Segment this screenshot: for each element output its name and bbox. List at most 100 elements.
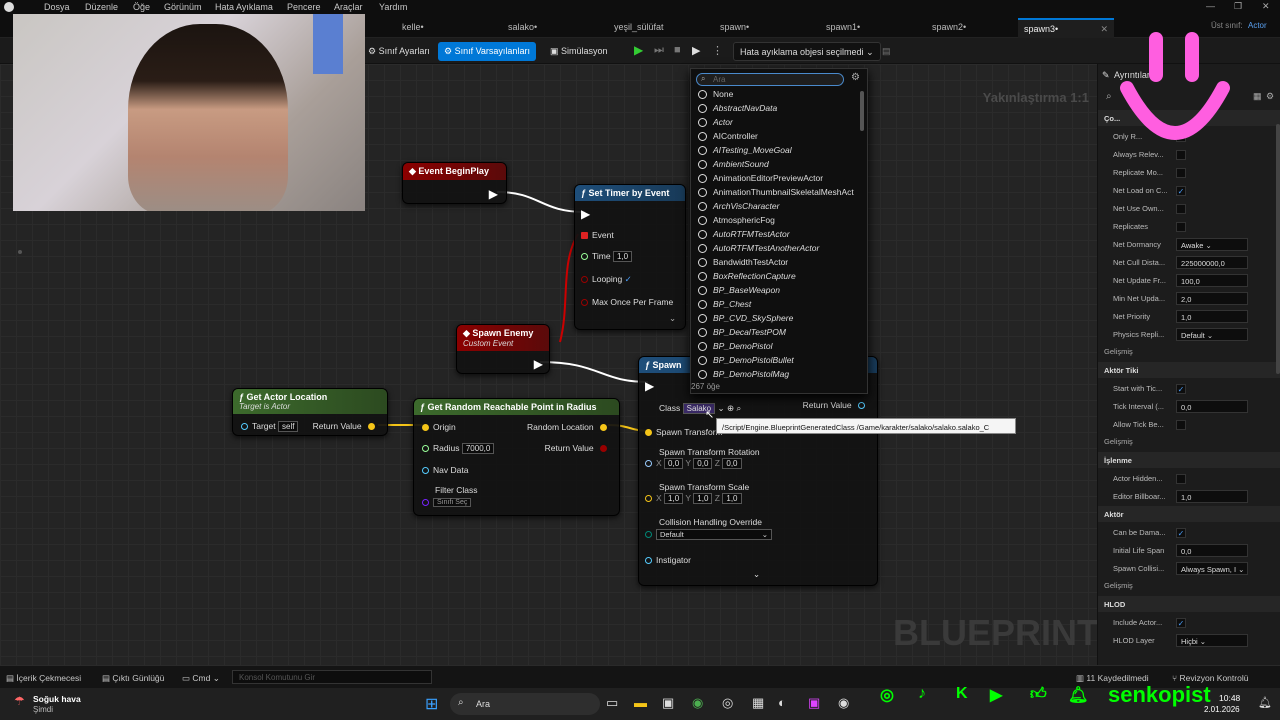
property-value[interactable]: Always Spawn, I ⌄ <box>1176 562 1248 575</box>
return-value-pin[interactable]: Return Value <box>313 421 379 431</box>
class-option[interactable]: AbstractNavData <box>698 103 777 117</box>
tab-spawn2[interactable]: spawn2• <box>926 18 972 38</box>
class-option[interactable]: AITesting_MoveGoal <box>698 145 792 159</box>
property-checkbox[interactable]: ✓ <box>1176 528 1186 538</box>
menu-edit[interactable]: Düzenle <box>85 2 118 12</box>
property-value[interactable]: 1,0 <box>1176 490 1248 503</box>
class-option[interactable]: AmbientSound <box>698 159 769 173</box>
search-icon[interactable]: ⌕ <box>736 403 741 413</box>
class-option[interactable]: BandwidthTestActor <box>698 257 788 271</box>
class-option[interactable]: AutoRTFMTestAnotherActor <box>698 243 819 257</box>
advanced-expander[interactable]: Gelişmiş <box>1104 437 1133 446</box>
breakpoint-icon[interactable]: ▤ <box>876 42 897 61</box>
origin-pin[interactable]: Origin <box>422 422 456 432</box>
rotation-y-input[interactable]: 0,0 <box>693 458 713 470</box>
exec-out-pin[interactable]: ▶ <box>489 187 498 201</box>
exec-in-pin[interactable]: ▶ <box>581 207 590 221</box>
class-option[interactable]: AutoRTFMTestActor <box>698 229 790 243</box>
output-log-button[interactable]: ▤ Çıktı Günlüğü <box>102 673 164 684</box>
filter-class-pin[interactable]: Sınıfı Seç <box>422 497 472 508</box>
store-icon[interactable]: ▣ <box>662 695 674 711</box>
filter-class-dropdown[interactable]: Sınıfı Seç <box>433 498 472 508</box>
tab-spawn[interactable]: spawn• <box>714 18 755 38</box>
minimize-icon[interactable]: — <box>1206 1 1215 11</box>
expand-chevron-icon[interactable]: ⌄ <box>669 313 676 324</box>
instigator-pin[interactable]: Instigator <box>645 555 691 565</box>
scale-y-input[interactable]: 1,0 <box>693 493 713 505</box>
class-option[interactable]: AtmosphericFog <box>698 215 775 229</box>
class-option[interactable]: BoxReflectionCapture <box>698 271 796 285</box>
cmd-dropdown[interactable]: ▭ Cmd ⌄ <box>182 673 220 684</box>
max-once-pin[interactable]: Max Once Per Frame <box>581 297 673 307</box>
scrollbar[interactable] <box>860 91 864 131</box>
menu-asset[interactable]: Öğe <box>133 2 150 12</box>
class-option[interactable]: None <box>698 89 733 103</box>
get-actor-location-node[interactable]: ƒ Get Actor Location Target is Actor Targ… <box>232 388 388 436</box>
radius-pin[interactable]: Radius 7000,0 <box>422 443 495 455</box>
menu-view[interactable]: Görünüm <box>164 2 202 12</box>
step-icon[interactable]: ⏭ <box>650 42 668 61</box>
rotation-pin[interactable]: X 0,0 Y 0,0 Z 0,0 <box>645 458 742 470</box>
tab-yesil-sulufat[interactable]: yeşil_sülüfat <box>608 18 670 38</box>
notification-icon[interactable]: 🔔︎ <box>1258 696 1272 709</box>
console-input[interactable]: Konsol Komutunu Gir <box>232 670 432 684</box>
radius-input[interactable]: 7000,0 <box>461 443 495 455</box>
app-icon[interactable]: ▣ <box>808 695 820 711</box>
chrome-icon[interactable]: ◉ <box>692 695 703 711</box>
collision-pin[interactable]: Default ⌄ <box>645 529 772 541</box>
tab-spawn1[interactable]: spawn1• <box>820 18 866 38</box>
task-view-icon[interactable]: ▭ <box>606 695 618 711</box>
collision-dropdown[interactable]: Default ⌄ <box>656 529 772 541</box>
file-explorer-icon[interactable]: ▬ <box>634 695 647 710</box>
property-value[interactable]: Default ⌄ <box>1176 328 1248 341</box>
checkbox-checked-icon[interactable]: ✓ <box>625 274 632 284</box>
spawn-transform-pin[interactable]: Spawn Transform <box>645 427 723 437</box>
property-value[interactable]: 1,0 <box>1176 310 1248 323</box>
menu-help[interactable]: Yardım <box>379 2 407 12</box>
debug-object-dropdown[interactable]: Hata ayıklama objesi seçilmedi ⌄ <box>733 42 881 61</box>
unreal-logo-icon[interactable] <box>4 2 14 12</box>
class-option[interactable]: BP_Chest <box>698 299 751 313</box>
property-value[interactable]: 100,0 <box>1176 274 1248 287</box>
class-option[interactable]: BP_DemoPistolMag <box>698 369 789 383</box>
class-option[interactable]: BP_CVD_SkySphere <box>698 313 793 327</box>
property-checkbox[interactable] <box>1176 420 1186 430</box>
rotation-x-input[interactable]: 0,0 <box>664 458 684 470</box>
grid-view-icon[interactable]: ▦ <box>1253 91 1262 102</box>
scale-z-input[interactable]: 1,0 <box>722 493 742 505</box>
chevron-down-icon[interactable]: ⌄ <box>717 403 724 413</box>
rotation-z-input[interactable]: 0,0 <box>722 458 742 470</box>
tab-kelle[interactable]: kelle• <box>396 18 430 38</box>
class-settings-button[interactable]: ⚙ Sınıf Ayarları <box>362 42 436 61</box>
close-window-icon[interactable]: ✕ <box>1262 1 1270 12</box>
random-location-pin[interactable]: Random Location <box>527 422 611 432</box>
search-icon[interactable]: ⌕ <box>1106 91 1112 102</box>
class-option[interactable]: ArchVisCharacter <box>698 201 779 215</box>
class-option[interactable]: BP_DecalTestPOM <box>698 327 786 341</box>
time-input[interactable]: 1,0 <box>612 251 633 263</box>
property-checkbox[interactable]: ✓ <box>1176 186 1186 196</box>
app-icon[interactable]: ◎ <box>722 695 733 711</box>
details-section-header[interactable]: İşlenme <box>1098 452 1280 468</box>
possess-icon[interactable]: ▶ <box>688 42 704 61</box>
event-pin[interactable]: Event <box>581 230 614 240</box>
time-pin[interactable]: Time 1,0 <box>581 251 633 263</box>
exec-in-pin[interactable]: ▶ <box>645 379 654 393</box>
property-value[interactable]: 0,0 <box>1176 544 1248 557</box>
class-option[interactable]: BP_BaseWeapon <box>698 285 780 299</box>
property-value[interactable]: 0,0 <box>1176 400 1248 413</box>
looping-pin[interactable]: Looping ✓ <box>581 274 632 285</box>
property-checkbox[interactable] <box>1176 168 1186 178</box>
use-selected-icon[interactable]: ⊕ <box>727 403 734 413</box>
scrollbar[interactable] <box>1276 124 1280 374</box>
advanced-expander[interactable]: Gelişmiş <box>1104 581 1133 590</box>
event-beginplay-node[interactable]: ◆ Event BeginPlay ▶ <box>402 162 507 204</box>
property-value[interactable]: Hiçbi ⌄ <box>1176 634 1248 647</box>
set-timer-node[interactable]: ƒ Set Timer by Event ▶ Event Time 1,0 Lo… <box>574 184 686 330</box>
menu-window[interactable]: Pencere <box>287 2 321 12</box>
spawn-enemy-node[interactable]: ◆ Spawn Enemy Custom Event ▶ <box>456 324 550 374</box>
expand-chevron-icon[interactable]: ⌄ <box>753 569 760 580</box>
property-checkbox[interactable] <box>1176 204 1186 214</box>
menu-file[interactable]: Dosya <box>44 2 70 12</box>
app-icon[interactable]: ▦ <box>752 695 764 711</box>
